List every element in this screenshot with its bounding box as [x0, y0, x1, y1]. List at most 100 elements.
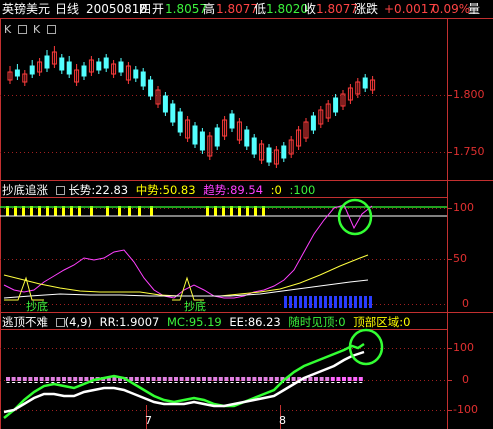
marker-dash — [101, 382, 105, 383]
marker-dot — [241, 377, 246, 381]
marker-dot — [168, 377, 173, 381]
marker-dot — [291, 377, 296, 381]
marker-dot — [190, 377, 195, 381]
marker-dot — [78, 377, 83, 381]
candle-body — [133, 69, 139, 79]
blue-signal-bar — [309, 296, 312, 308]
marker-dot — [258, 377, 262, 381]
marker-dot — [17, 377, 22, 381]
highlight-circle-1 — [337, 198, 373, 236]
marker-dash — [213, 382, 217, 383]
marker-dash — [314, 382, 318, 383]
marker-dash — [230, 382, 234, 383]
marker-dot — [11, 377, 16, 381]
marker-dot — [202, 377, 206, 381]
marker-dash — [124, 382, 128, 383]
marker-dash — [258, 382, 262, 383]
indicator1-trend-line — [3, 204, 373, 299]
candle-body — [66, 61, 72, 75]
candle-body — [148, 79, 154, 97]
marker-dash — [107, 382, 111, 383]
marker-dash — [269, 382, 273, 383]
blue-signal-bar — [289, 296, 292, 308]
marker-dot — [319, 377, 324, 381]
mc-value: :95.19 — [184, 315, 222, 329]
marker-dot — [56, 377, 61, 381]
candlestick-series[interactable] — [7, 46, 376, 168]
x-axis-label: 7 — [145, 414, 152, 427]
marker-dot — [45, 377, 50, 381]
marker-dot — [325, 377, 330, 381]
marker-dash — [96, 382, 100, 383]
marker-dot — [84, 377, 89, 381]
marker-dash — [286, 382, 290, 383]
marker-dash — [56, 382, 60, 383]
marker-dash — [28, 382, 32, 383]
marker-dot — [28, 377, 33, 381]
indicator1-mid-line — [3, 254, 369, 297]
blue-signal-bar — [319, 296, 322, 308]
marker-dash — [45, 382, 49, 383]
marker-dash — [135, 382, 139, 383]
marker-dash — [191, 382, 195, 383]
marker-dash — [180, 382, 184, 383]
marker-dot — [146, 377, 150, 381]
candle-body — [177, 111, 183, 133]
candle-body — [244, 129, 250, 147]
marker-dash — [146, 382, 150, 383]
blue-signal-bar — [324, 296, 327, 308]
indicator2-title: 逃顶不难 (4,9) RR:1.9007 MC:95.19 EE:86.23 随… — [2, 315, 410, 329]
marker-dot — [336, 377, 341, 381]
marker-dot — [62, 377, 66, 381]
marker-dash — [325, 382, 329, 383]
candle-body — [162, 95, 168, 113]
indicator2-name[interactable]: 逃顶不难 — [2, 315, 48, 329]
candle-body — [251, 137, 257, 155]
top-zone-label: 顶部区域 — [353, 315, 400, 329]
marker-dash — [62, 382, 66, 383]
candle-body — [214, 127, 220, 147]
marker-dot — [358, 377, 363, 381]
marker-dash — [17, 382, 21, 383]
candle-body — [140, 71, 146, 87]
marker-dash — [208, 382, 212, 383]
blue-signal-bar — [334, 296, 337, 308]
panel-frames — [0, 18, 493, 429]
marker-dash — [303, 382, 307, 383]
marker-dot — [218, 377, 223, 381]
indicator1-box-icon[interactable] — [55, 186, 65, 195]
marker-dash — [68, 382, 72, 383]
marker-dot — [330, 377, 335, 381]
ind2-tick-label: 0 — [462, 373, 469, 386]
marker-dot — [162, 377, 167, 381]
candle-body — [96, 61, 102, 71]
marker-dash — [168, 382, 172, 383]
indicator1-title: 抄底追涨 长势:22.83 中势:50.83 趋势:89.54 :0 :100 — [2, 183, 315, 197]
indicator1-name[interactable]: 抄底追涨 — [2, 183, 48, 197]
marker-dash — [308, 382, 312, 383]
see-top-label: 随时见顶 — [288, 315, 335, 329]
candle-body — [333, 97, 339, 113]
marker-dash — [247, 382, 251, 383]
marker-dot — [67, 377, 72, 381]
ind1-tick-label: 0 — [462, 297, 469, 310]
hundred-value: :100 — [289, 183, 316, 197]
marker-dot — [246, 377, 251, 381]
blue-signal-bar — [344, 296, 347, 308]
blue-signal-bar — [294, 296, 297, 308]
indicator2-params: (4,9) — [64, 315, 92, 329]
marker-dash — [236, 382, 240, 383]
marker-dash — [140, 382, 144, 383]
marker-dash — [152, 382, 156, 383]
marker-dot — [269, 377, 274, 381]
marker-dash — [241, 382, 245, 383]
candle-body — [192, 125, 198, 145]
candle-body — [118, 61, 124, 73]
marker-dot — [196, 377, 201, 381]
candle-body — [103, 57, 109, 69]
marker-dot — [185, 377, 190, 381]
marker-dot — [73, 377, 78, 381]
chart-canvas[interactable] — [0, 0, 493, 429]
indicator2-box-icon[interactable] — [55, 318, 65, 327]
marker-dot — [34, 377, 38, 381]
